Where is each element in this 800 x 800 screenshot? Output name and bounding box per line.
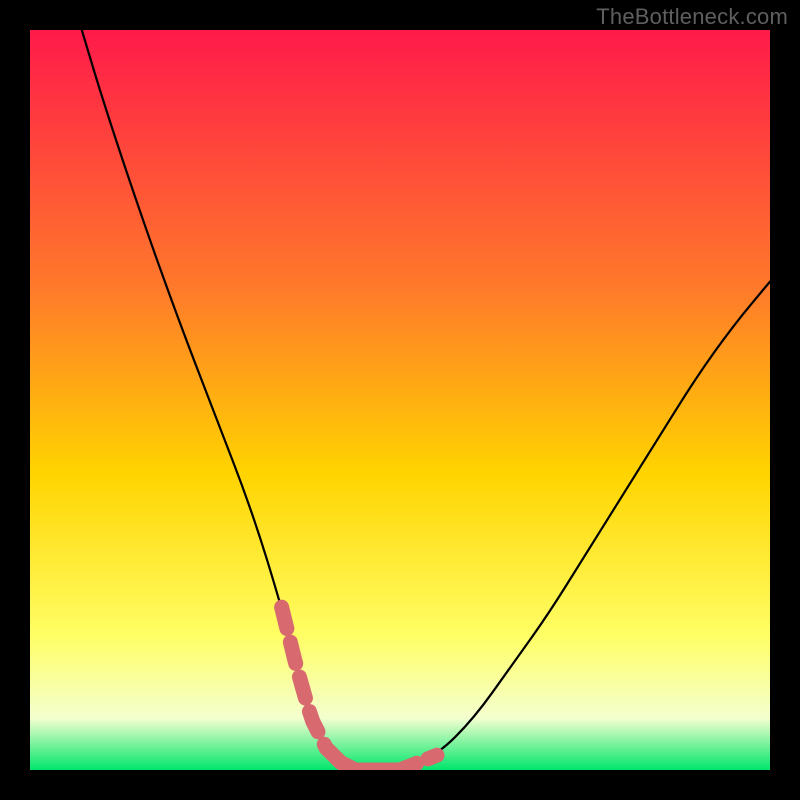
chart-svg [30,30,770,770]
chart-frame: TheBottleneck.com [0,0,800,800]
gradient-background [30,30,770,770]
watermark-text: TheBottleneck.com [596,4,788,30]
plot-area [30,30,770,770]
